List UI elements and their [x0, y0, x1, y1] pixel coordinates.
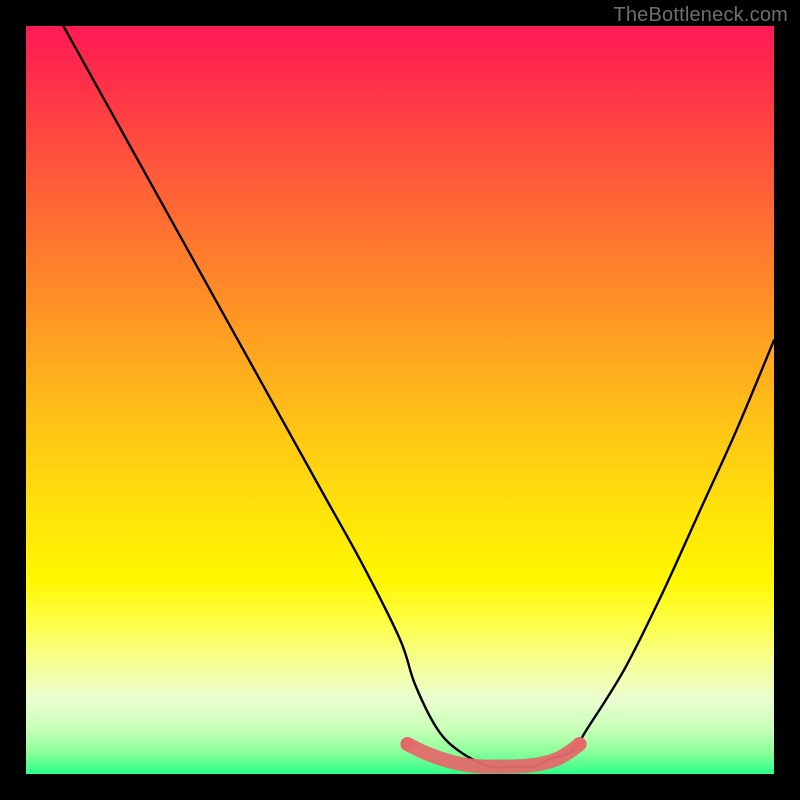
- curve-layer: [26, 26, 774, 774]
- optimal-band-start-dot: [400, 737, 414, 751]
- plot-area: [26, 26, 774, 774]
- optimal-band-end-dot: [573, 737, 587, 751]
- optimal-band: [407, 744, 579, 767]
- chart-frame: TheBottleneck.com: [0, 0, 800, 800]
- watermark-text: TheBottleneck.com: [613, 4, 788, 27]
- bottleneck-curve: [63, 26, 774, 768]
